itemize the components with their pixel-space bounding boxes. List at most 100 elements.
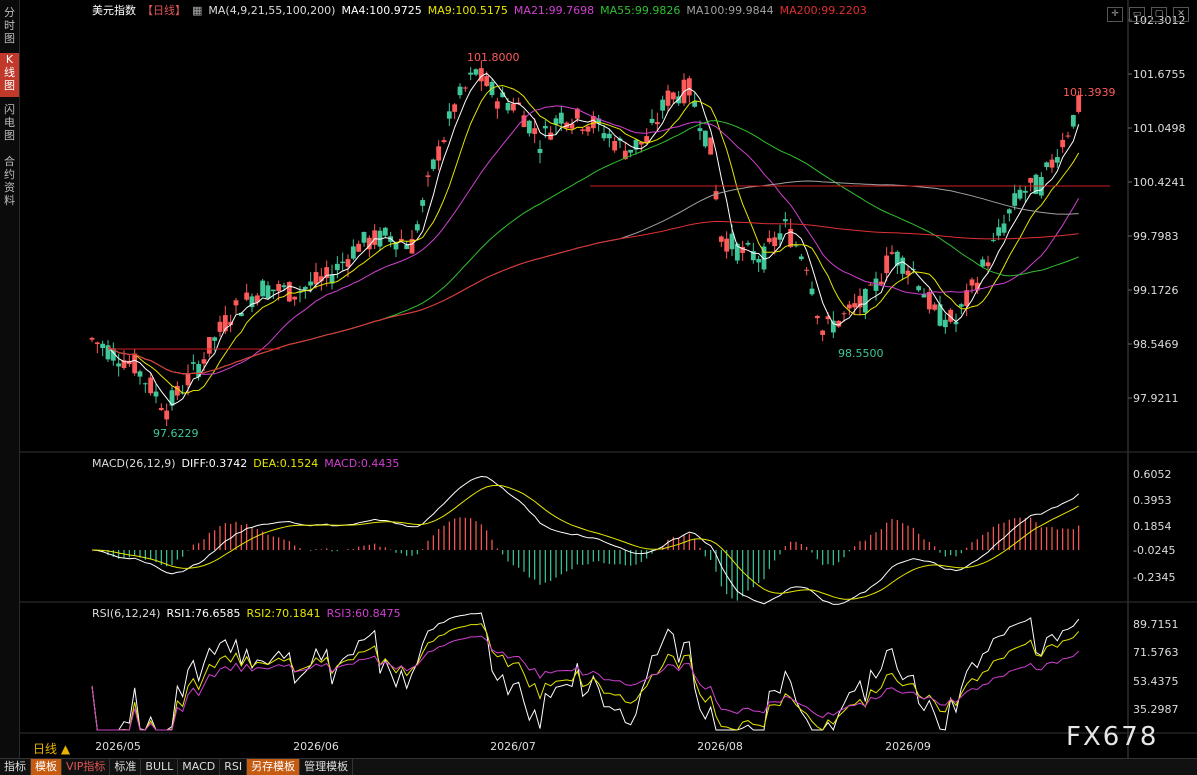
maximize-icon[interactable]: ▢	[1151, 7, 1167, 22]
tab-bull[interactable]: BULL	[141, 759, 179, 775]
candle-body	[190, 362, 196, 364]
candle-body	[244, 292, 250, 300]
candle-body	[916, 286, 922, 291]
candle-body	[526, 120, 532, 134]
candle-body	[324, 267, 330, 278]
candle-body	[830, 320, 836, 333]
candle-body	[537, 148, 543, 153]
candle-body	[878, 281, 884, 285]
ma55-value: MA55:99.9826	[600, 4, 681, 17]
candle-body	[1012, 193, 1018, 206]
macd-tick-label: 0.3953	[1133, 494, 1172, 507]
candle-body	[116, 363, 122, 367]
candle-body	[932, 304, 938, 310]
candle-body	[265, 285, 271, 299]
candle-body	[548, 132, 554, 140]
candle-body	[132, 353, 138, 374]
ma200-value: MA200:99.2203	[779, 4, 867, 17]
indicator-settings-icon[interactable]: ▦	[192, 4, 202, 17]
period-selector[interactable]: 日线 ▲	[33, 740, 70, 757]
candle-body	[1028, 177, 1034, 183]
rsi-params: RSI(6,12,24)	[92, 607, 161, 620]
tab-rsi[interactable]: RSI	[220, 759, 248, 775]
candle-body	[756, 259, 762, 263]
date-tick-label: 2026/09	[885, 740, 931, 753]
candle-body	[270, 289, 276, 292]
candle-body	[964, 290, 970, 307]
kline-chart[interactable]: 102.3012101.6755101.0498100.424199.79839…	[20, 0, 1197, 758]
tab-templates[interactable]: 模板	[31, 759, 62, 775]
candle-body	[772, 237, 778, 247]
macd-tick-label: 0.1854	[1133, 520, 1172, 533]
rsi3-line	[91, 635, 1080, 731]
tab-timeshare[interactable]: 分时图	[0, 6, 19, 46]
minimize-icon[interactable]: ▭	[1129, 7, 1145, 22]
rsi-tick-label: 71.5763	[1133, 646, 1179, 659]
candle-body	[990, 240, 996, 242]
candle-body	[580, 129, 586, 131]
candle-body	[308, 281, 314, 286]
candle-body	[436, 146, 442, 161]
candle-body	[996, 227, 1002, 236]
candle-body	[868, 284, 874, 286]
candle-body	[660, 99, 666, 111]
candle-body	[1049, 159, 1055, 168]
tab-standard[interactable]: 标准	[110, 759, 142, 775]
candle-body	[793, 245, 799, 247]
period-tag[interactable]: 【日线】	[142, 4, 186, 17]
candle-body	[260, 280, 266, 297]
candle-body	[206, 337, 212, 354]
low-annotation: 98.5500	[838, 347, 884, 360]
price-tick-label: 101.6755	[1133, 68, 1186, 81]
tab-macd[interactable]: MACD	[178, 759, 221, 775]
candle-body	[473, 69, 479, 75]
rsi-header: RSI(6,12,24) RSI1:76.6585 RSI2:70.1841 RSI3…	[92, 607, 407, 620]
rsi2-value: RSI2:70.1841	[246, 607, 321, 620]
close-icon[interactable]: ✕	[1173, 7, 1189, 22]
candles-group	[89, 60, 1082, 427]
candle-body	[782, 219, 788, 222]
tab-vip-indicators[interactable]: VIP指标	[62, 759, 111, 775]
candle-body	[841, 313, 847, 315]
crosshair-icon[interactable]: ✛	[1107, 7, 1123, 22]
tab-indicators[interactable]: 指标	[0, 759, 31, 775]
candle-body	[233, 300, 239, 306]
candle-body	[612, 141, 618, 151]
candle-body	[142, 383, 148, 385]
rsi1-value: RSI1:76.6585	[166, 607, 241, 620]
candle-body	[969, 279, 975, 286]
candle-body	[372, 230, 378, 245]
ma9-value: MA9:100.5175	[427, 4, 508, 17]
tab-flash-chart[interactable]: 闪电图	[0, 103, 19, 145]
candle-body	[478, 68, 484, 82]
tab-save-template[interactable]: 另存模板	[247, 759, 301, 775]
candle-body	[601, 133, 607, 139]
candle-body	[281, 285, 287, 288]
tab-kline[interactable]: K线图	[0, 53, 19, 97]
candle-body	[185, 373, 191, 386]
candle-body	[846, 304, 852, 309]
rsi2-line	[91, 623, 1080, 731]
candle-body	[686, 78, 692, 96]
price-tick-label: 97.9211	[1133, 392, 1179, 405]
price-tick-label: 99.7983	[1133, 230, 1179, 243]
candle-body	[713, 191, 719, 200]
tab-contract-info[interactable]: 合约资料	[0, 155, 19, 211]
ma100-value: MA100:99.9844	[686, 4, 774, 17]
macd-dea-line	[91, 484, 1079, 600]
macd-header: MACD(26,12,9) DIFF:0.3742 DEA:0.1524 MACD:0…	[92, 457, 405, 470]
candle-body	[852, 303, 858, 308]
candle-body	[558, 112, 564, 124]
candle-body	[505, 102, 511, 111]
candle-body	[777, 233, 783, 240]
candle-body	[1006, 209, 1012, 214]
candle-body	[420, 200, 426, 206]
candle-body	[100, 343, 106, 349]
ma-params: MA(4,9,21,55,100,200)	[208, 4, 336, 17]
candle-body	[900, 257, 906, 274]
candle-body	[670, 92, 676, 100]
tab-manage-templates[interactable]: 管理模板	[300, 759, 354, 775]
candle-body	[958, 304, 964, 307]
candle-body	[766, 238, 772, 242]
candle-body	[292, 296, 298, 300]
